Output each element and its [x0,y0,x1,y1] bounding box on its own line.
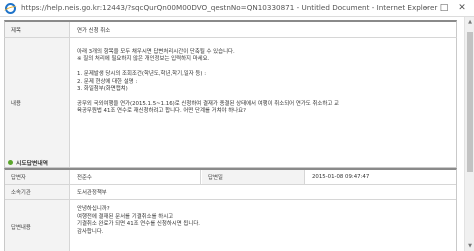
scrollbar-thumb[interactable] [467,32,473,172]
vertical-scrollbar[interactable]: ▲ ▼ [464,17,474,251]
date-value: 2015-01-08 09:47:47 [312,174,370,180]
page-content: 제목 연가 신청 취소 내용 아래 3개의 항목을 모두 채우시면 답변처리시간… [0,17,464,251]
body-line: 1. 문제발생 당시의 조회조건(학년도,학년,학기,일자 등) : [77,71,207,78]
answer-content: 안녕하십니까? 여행전에 결재된 문서를 기결취소를 하시고 기결취소 완료가 … [71,200,456,251]
body-line: 2. 문제 현상에 대한 설명 : [77,78,138,85]
body-line: ※ 질의 처리에 필요하지 않은 개인정보는 입력하지 마세요. [77,56,210,63]
answerer-value: 전준수 [71,170,201,184]
subject-value: 연가 신청 취소 [77,27,111,34]
question-subject-row: 제목 연가 신청 취소 [4,20,457,38]
answer-section-title: 시도답변내역 [8,158,48,167]
internet-explorer-icon [5,3,16,14]
section-title-text: 시도답변내역 [16,161,48,167]
scroll-up-arrow-icon[interactable]: ▲ [466,18,474,26]
dept-row: 소속기관 도서관정책부 [5,185,456,200]
body-line: 육공무원법 41조 연수로 재신청하려고 합니다. 어떤 단계를 거쳐야 하나요… [77,108,246,115]
close-button[interactable]: ✕ [456,2,468,14]
answerer-row: 답변자 전준수 답변일 2015-01-08 09:47:47 [5,170,456,185]
bullet-icon [8,160,13,165]
answer-content-row: 답변내용 안녕하십니까? 여행전에 결재된 문서를 기결취소를 하시고 기결취소… [5,200,456,251]
scroll-down-arrow-icon[interactable]: ▼ [466,242,474,250]
body-label: 내용 [5,38,70,167]
answer-line: 안녕하십니까? [77,206,110,212]
date-label: 답변일 [202,170,305,184]
body-line: 3. 화일첨부(화면캡쳐) [77,86,128,93]
window-title: https://help.neis.go.kr:12443/?sqcQurQn0… [21,3,438,12]
question-body: 아래 3개의 항목을 모두 채우시면 답변처리시간이 단축될 수 있습니다. ※… [71,38,456,167]
maximize-button[interactable]: □ [438,2,450,14]
minimize-button[interactable]: – [420,2,432,14]
question-body-row: 내용 아래 3개의 항목을 모두 채우시면 답변처리시간이 단축될 수 있습니다… [4,38,457,168]
content-label: 답변내용 [5,200,70,251]
window-controls: – □ ✕ [420,2,468,14]
answer-line: 감사합니다. [77,228,104,235]
answerer-label: 답변자 [5,170,70,184]
dept-label: 소속기관 [5,185,70,199]
window-titlebar: https://help.neis.go.kr:12443/?sqcQurQn0… [0,0,474,17]
answer-table: 답변자 전준수 답변일 2015-01-08 09:47:47 소속기관 도서관… [4,168,457,251]
subject-label: 제목 [5,22,70,37]
answer-line: 기결취소 완료가 되면 41조 연수를 신청하시면 됩니다. [77,221,201,228]
dept-value: 도서관정책부 [77,190,107,196]
